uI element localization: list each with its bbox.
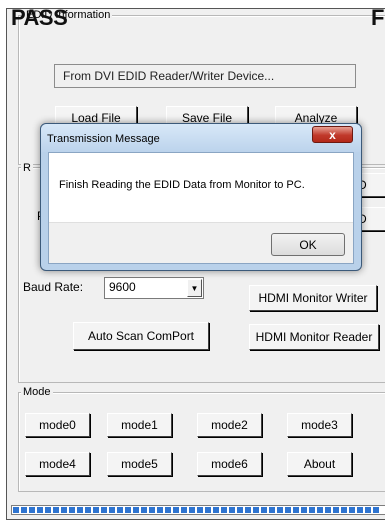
- progress-segment: [373, 507, 379, 513]
- progress-segment: [85, 507, 91, 513]
- progress-segment: [285, 507, 291, 513]
- close-icon[interactable]: x: [312, 126, 353, 143]
- progress-segment: [293, 507, 299, 513]
- progress-segment: [165, 507, 171, 513]
- progress-segment: [45, 507, 51, 513]
- progress-segment: [109, 507, 115, 513]
- progress-segment: [237, 507, 243, 513]
- progress-segment: [349, 507, 355, 513]
- dialog-titlebar[interactable]: Transmission Message x: [41, 124, 361, 152]
- dialog-footer: OK: [49, 222, 353, 263]
- about-button[interactable]: About: [287, 452, 352, 476]
- ok-button[interactable]: OK: [271, 233, 345, 256]
- progress-segment: [245, 507, 251, 513]
- progress-segment: [21, 507, 27, 513]
- progress-segment: [365, 507, 371, 513]
- progress-segment: [13, 507, 19, 513]
- mode-group-label: Mode: [21, 386, 53, 398]
- progress-segment: [181, 507, 187, 513]
- progress-segment: [133, 507, 139, 513]
- mode5-button[interactable]: mode5: [107, 452, 172, 476]
- mode2-button[interactable]: mode2: [197, 413, 262, 437]
- progress-segment: [141, 507, 147, 513]
- auto-scan-comport-button[interactable]: Auto Scan ComPort: [73, 322, 209, 350]
- progress-segment: [37, 507, 43, 513]
- progress-segment: [149, 507, 155, 513]
- baud-rate-value: 9600: [109, 280, 136, 294]
- progress-segment: [61, 507, 67, 513]
- mode1-button[interactable]: mode1: [107, 413, 172, 437]
- progress-segment: [229, 507, 235, 513]
- progress-segment: [317, 507, 323, 513]
- progress-segment: [325, 507, 331, 513]
- progress-segment: [261, 507, 267, 513]
- progress-segment: [213, 507, 219, 513]
- progress-segment: [157, 507, 163, 513]
- progress-segment: [333, 507, 339, 513]
- progress-segment: [77, 507, 83, 513]
- progress-segment: [221, 507, 227, 513]
- mode6-button[interactable]: mode6: [197, 452, 262, 476]
- mode-group: [18, 392, 385, 492]
- dialog-client: Finish Reading the EDID Data from Monito…: [48, 152, 354, 264]
- progress-segment: [309, 507, 315, 513]
- progress-segment: [341, 507, 347, 513]
- progress-segment: [253, 507, 259, 513]
- mode3-button[interactable]: mode3: [287, 413, 352, 437]
- source-path-field[interactable]: From DVI EDID Reader/Writer Device...: [54, 64, 356, 88]
- mode4-button[interactable]: mode4: [25, 452, 90, 476]
- progress-segment: [357, 507, 363, 513]
- progress-segment: [197, 507, 203, 513]
- progress-segment: [205, 507, 211, 513]
- right-edge-letter: F: [371, 5, 384, 30]
- progress-segment: [277, 507, 283, 513]
- transmission-message-dialog: Transmission Message x Finish Reading th…: [40, 123, 362, 271]
- chevron-down-icon[interactable]: ▼: [187, 279, 202, 297]
- progress-segment: [125, 507, 131, 513]
- baud-rate-label: Baud Rate:: [23, 280, 84, 294]
- progress-bar: [11, 505, 385, 515]
- progress-segment: [101, 507, 107, 513]
- progress-segment: [301, 507, 307, 513]
- baud-rate-select[interactable]: 9600 ▼: [104, 277, 204, 299]
- dialog-message: Finish Reading the EDID Data from Monito…: [59, 179, 305, 191]
- progress-segment: [189, 507, 195, 513]
- progress-segment: [173, 507, 179, 513]
- progress-segment: [53, 507, 59, 513]
- progress-segment: [117, 507, 123, 513]
- progress-segment: [269, 507, 275, 513]
- hdmi-monitor-reader-button[interactable]: HDMI Monitor Reader: [249, 324, 379, 350]
- comport-group-label: R: [21, 162, 33, 174]
- mode0-button[interactable]: mode0: [25, 413, 90, 437]
- progress-segment: [93, 507, 99, 513]
- progress-segment: [29, 507, 35, 513]
- hdmi-monitor-writer-button[interactable]: HDMI Monitor Writer: [249, 285, 377, 311]
- dialog-title: Transmission Message: [47, 133, 160, 145]
- progress-segment: [69, 507, 75, 513]
- pass-stamp: PASS: [11, 5, 68, 30]
